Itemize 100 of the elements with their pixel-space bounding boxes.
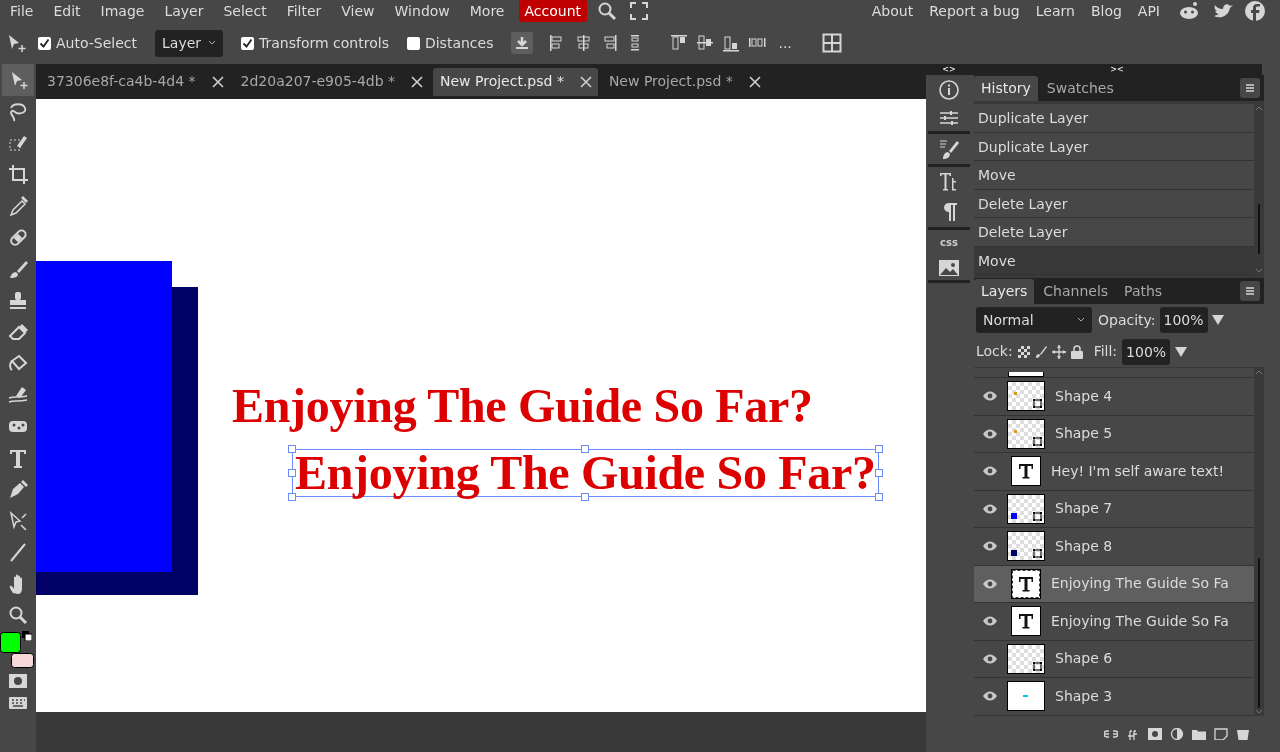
distribute-icon[interactable]	[670, 34, 689, 52]
history-item[interactable]: Duplicate Layer	[974, 132, 1254, 161]
layer-row[interactable]	[974, 368, 1254, 378]
layer-thumbnail[interactable]	[1008, 419, 1044, 448]
link-icon[interactable]	[1104, 728, 1118, 740]
close-icon[interactable]	[748, 75, 761, 88]
panel-menu-button[interactable]	[1240, 78, 1260, 98]
layer-name[interactable]: Enjoying The Guide So Fa	[1051, 573, 1229, 595]
checkbox-label[interactable]: Auto-Select	[56, 32, 137, 54]
layer-thumbnail[interactable]	[1008, 494, 1044, 523]
eye-icon[interactable]	[982, 503, 998, 514]
align-icon[interactable]	[601, 34, 619, 52]
menu-item[interactable]: Account	[518, 0, 588, 22]
default-colors-icon[interactable]	[22, 631, 32, 641]
layer-row[interactable]: Shape 8	[974, 528, 1254, 566]
layer-thumbnail[interactable]	[1012, 457, 1040, 486]
layer-thumbnail[interactable]	[1012, 607, 1040, 636]
resize-handle[interactable]	[874, 469, 883, 477]
layer-thumbnail[interactable]	[1008, 644, 1044, 673]
effects-icon[interactable]	[1126, 728, 1140, 740]
more-button[interactable]: ...	[778, 32, 792, 54]
checkbox[interactable]	[406, 36, 420, 50]
scrollbar[interactable]	[1255, 104, 1263, 275]
layer-row[interactable]: Enjoying The Guide So Fa	[974, 565, 1254, 603]
resize-handle[interactable]	[288, 469, 296, 477]
brush-icon[interactable]	[938, 138, 960, 160]
close-icon[interactable]	[211, 75, 224, 88]
scrollbar[interactable]	[1255, 368, 1263, 716]
crop-icon[interactable]	[7, 163, 29, 186]
panel-tab[interactable]: Channels	[1036, 279, 1116, 304]
layer-name[interactable]: Shape 5	[1055, 423, 1113, 445]
layer-row[interactable]: Hey! I'm self aware text!	[974, 453, 1254, 491]
history-item[interactable]: Delete Layer	[974, 189, 1254, 218]
circle-logo-icon[interactable]	[1244, 0, 1266, 22]
dropdown-arrow-icon[interactable]	[1175, 346, 1188, 357]
checkbox-label[interactable]: Distances	[424, 32, 494, 54]
history-item[interactable]: Move	[974, 161, 1254, 190]
layer-row[interactable]: Enjoying The Guide So Fa	[974, 603, 1254, 641]
layer-row[interactable]: Shape 6	[974, 640, 1254, 678]
align-icon[interactable]	[575, 34, 593, 52]
mode-dropdown[interactable]: Layer	[155, 29, 223, 57]
eye-icon[interactable]	[982, 466, 998, 477]
menu-item[interactable]: Filter	[280, 0, 328, 22]
eye-icon[interactable]	[982, 428, 998, 439]
document-tab[interactable]: 37306e8f-ca4b-4d4 *	[40, 67, 230, 96]
document-tab[interactable]: New Project.psd *	[601, 67, 767, 96]
background-color-swatch[interactable]	[11, 653, 34, 668]
panel-tab[interactable]: Paths	[1117, 279, 1170, 304]
layer-row[interactable]: Shape 7	[974, 490, 1254, 528]
mask-icon[interactable]	[9, 674, 27, 688]
document-tab[interactable]: 2d20a207-e905-4db *	[233, 67, 430, 96]
line-tool-icon[interactable]	[7, 541, 29, 564]
checkbox[interactable]	[38, 36, 51, 50]
dropdown-arrow-icon[interactable]	[1211, 315, 1224, 325]
panel-tab[interactable]: History	[974, 76, 1038, 101]
fullscreen-icon[interactable]	[629, 1, 650, 21]
layer-thumbnail[interactable]	[1012, 569, 1040, 598]
layer-name[interactable]: Shape 8	[1055, 535, 1113, 557]
sliders-icon[interactable]	[938, 109, 960, 127]
adjustment-icon[interactable]	[1170, 728, 1184, 740]
close-icon[interactable]	[579, 75, 592, 88]
menu-item[interactable]: Select	[217, 0, 273, 22]
layer-name[interactable]: Shape 4	[1055, 385, 1113, 407]
document-tab[interactable]: New Project.psd *	[433, 67, 598, 96]
close-icon[interactable]	[411, 75, 424, 88]
menu-item[interactable]: File	[4, 0, 40, 22]
direct-select-icon[interactable]	[7, 509, 29, 532]
layer-row[interactable]: Shape 5	[974, 415, 1254, 453]
resize-handle[interactable]	[874, 493, 883, 501]
lock-icon[interactable]	[1070, 344, 1083, 359]
checkbox[interactable]	[241, 36, 254, 50]
menu-item[interactable]: View	[335, 0, 381, 22]
css-label[interactable]: css	[940, 234, 958, 252]
eye-icon[interactable]	[982, 653, 998, 664]
fill-field[interactable]: 100%	[1122, 338, 1171, 365]
bandage-icon[interactable]	[7, 226, 29, 249]
menu-item[interactable]: Image	[94, 0, 151, 22]
layer-thumbnail[interactable]	[1008, 682, 1044, 711]
keyboard-icon[interactable]	[9, 697, 27, 709]
download-button[interactable]	[511, 32, 534, 54]
layer-name[interactable]: Enjoying The Guide So Fa	[1051, 610, 1229, 632]
image-icon[interactable]	[939, 260, 959, 276]
search-icon[interactable]	[597, 1, 618, 21]
panel-menu-button[interactable]	[1240, 281, 1260, 301]
eye-icon[interactable]	[982, 578, 998, 589]
resize-handle[interactable]	[874, 445, 883, 453]
eye-icon[interactable]	[982, 691, 998, 702]
layer-thumbnail[interactable]	[1008, 532, 1044, 561]
history-item[interactable]: Delete Layer	[974, 218, 1254, 247]
resize-handle[interactable]	[288, 493, 296, 501]
move-tool-icon[interactable]	[6, 33, 28, 53]
move-lock-icon[interactable]	[1051, 344, 1066, 359]
header-link[interactable]: Report a bug	[921, 0, 1028, 22]
menu-item[interactable]: More	[463, 0, 511, 22]
lasso-icon[interactable]	[7, 100, 29, 123]
expand-toggle[interactable]: <>	[942, 64, 956, 75]
panel-tab[interactable]: Swatches	[1039, 76, 1121, 101]
header-link[interactable]: Blog	[1082, 0, 1130, 22]
layer-row[interactable]: Shape 4	[974, 378, 1254, 416]
header-link[interactable]: API	[1129, 0, 1168, 22]
